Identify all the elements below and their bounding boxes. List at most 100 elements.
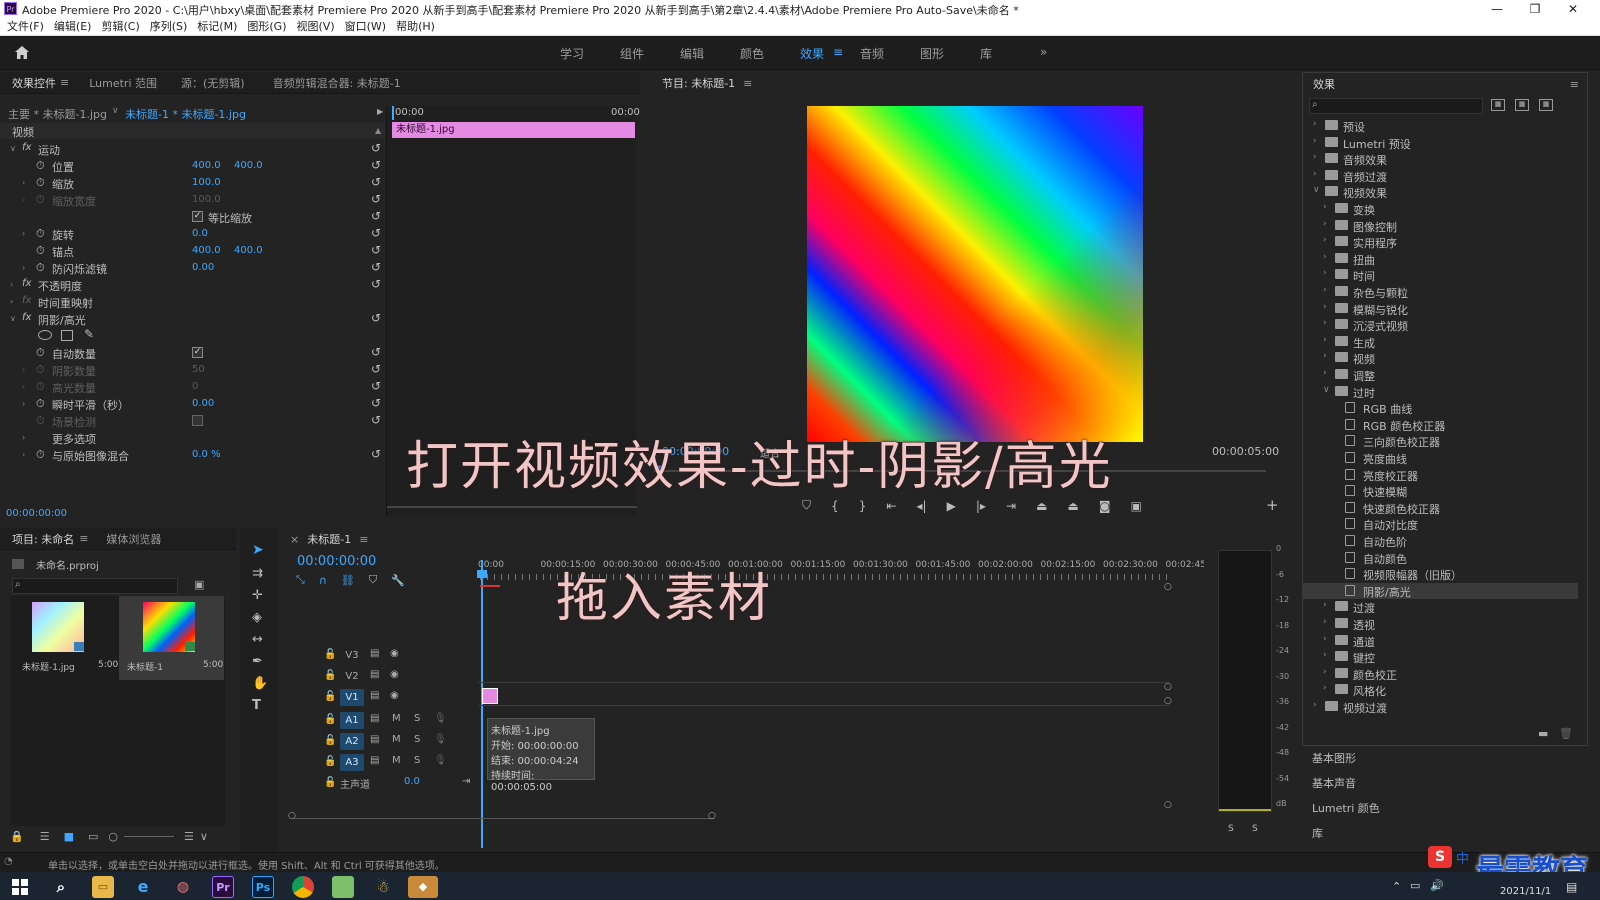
chevron-right-icon[interactable]: › xyxy=(1313,136,1317,146)
lock-icon[interactable]: 🔒 xyxy=(10,830,24,843)
network-icon[interactable]: ▭ xyxy=(1410,879,1420,892)
ellipse-mask-icon[interactable] xyxy=(38,330,52,340)
stopwatch-icon[interactable]: ⏱ xyxy=(36,176,45,190)
lock-icon[interactable]: 🔓 xyxy=(324,777,336,788)
sort-icon[interactable]: ☰ xyxy=(184,830,194,843)
menu-sequence[interactable]: 序列(S) xyxy=(150,18,188,36)
menu-file[interactable]: 文件(F) xyxy=(7,18,44,36)
chevron-right-icon[interactable]: › xyxy=(1323,335,1327,345)
tray-chevron-icon[interactable]: ⌃ xyxy=(1392,880,1401,893)
antiflicker-value[interactable]: 0.00 xyxy=(192,262,214,273)
scale-value[interactable]: 100.0 xyxy=(192,177,221,188)
effect-item[interactable]: 亮度校正器 xyxy=(1303,467,1578,483)
reset-icon[interactable]: ↺ xyxy=(371,175,381,189)
chevron-down-icon[interactable]: ∨ xyxy=(112,106,119,116)
tab-effect-controls-menu[interactable]: ≡ xyxy=(60,76,69,89)
effects-folder[interactable]: › 过渡 xyxy=(1303,599,1578,615)
chevron-down-icon[interactable]: ∨ xyxy=(200,830,208,843)
chevron-right-icon[interactable]: › xyxy=(1323,368,1327,378)
go-to-in-icon[interactable]: ⇤ xyxy=(886,499,896,513)
selection-tool-icon[interactable]: ➤ xyxy=(252,542,264,558)
32bit-effects-icon[interactable]: ▦ xyxy=(1515,99,1529,111)
effects-title[interactable]: 效果 xyxy=(1313,76,1335,92)
zoom-slider-handle[interactable]: ○ xyxy=(108,830,118,843)
solo-button[interactable]: S xyxy=(414,713,420,724)
effect-item[interactable]: 视频限幅器（旧版） xyxy=(1303,566,1578,582)
chrome-icon[interactable] xyxy=(292,876,314,898)
chevron-right-icon[interactable]: › xyxy=(1323,302,1327,312)
icon-view-icon[interactable]: ■ xyxy=(64,830,74,843)
reset-icon[interactable]: ↺ xyxy=(371,158,381,172)
effects-search-input[interactable]: ⌕ xyxy=(1309,98,1483,114)
timeline-clip-v1[interactable] xyxy=(482,688,498,704)
freeform-view-icon[interactable]: ▭ xyxy=(88,830,98,843)
mute-button[interactable]: M xyxy=(392,713,401,724)
pen-tool-icon[interactable]: ✒ xyxy=(252,654,263,669)
effects-folder[interactable]: › 生成 xyxy=(1303,334,1578,350)
stopwatch-icon[interactable]: ⏱ xyxy=(36,397,45,411)
mini-playhead[interactable] xyxy=(392,106,394,120)
tab-effect-controls[interactable]: 效果控件 xyxy=(12,75,56,91)
effects-folder[interactable]: › 视频过渡 xyxy=(1303,699,1578,715)
scene-detect-checkbox[interactable] xyxy=(192,415,203,426)
section-lumetri-color[interactable]: Lumetri 颜色 xyxy=(1312,800,1380,816)
reset-icon[interactable]: ↺ xyxy=(371,413,381,427)
vertical-scroll-handle[interactable]: ○ xyxy=(1164,682,1172,692)
expand-arrow-icon[interactable]: ∨ xyxy=(10,144,16,153)
chevron-right-icon[interactable]: › xyxy=(1313,152,1317,162)
sync-lock-icon[interactable]: ▤ xyxy=(370,648,379,659)
chevron-right-icon[interactable]: › xyxy=(1323,285,1327,295)
section-essential-sound[interactable]: 基本声音 xyxy=(1312,775,1356,791)
mini-timeline-clip[interactable]: 未标题-1.jpg xyxy=(392,122,635,138)
ripple-edit-tool-icon[interactable]: ✛ xyxy=(252,588,263,603)
home-icon[interactable] xyxy=(14,45,30,60)
effects-folder[interactable]: › 键控 xyxy=(1303,649,1578,665)
uniform-scale-checkbox[interactable]: ✓ xyxy=(192,211,203,222)
list-view-icon[interactable]: ☰ xyxy=(40,830,50,843)
project-item-selected[interactable]: 未标题-1 5:00 xyxy=(119,596,224,680)
media-icon[interactable]: ◆ xyxy=(408,876,438,898)
effects-folder[interactable]: › 扭曲 xyxy=(1303,251,1578,267)
workspace-editing[interactable]: 编辑 xyxy=(680,45,704,62)
stopwatch-icon[interactable]: ⏱ xyxy=(36,244,45,258)
effects-folder[interactable]: › 通道 xyxy=(1303,633,1578,649)
accelerated-effects-icon[interactable]: ▦ xyxy=(1491,99,1505,111)
timeline-timecode[interactable]: 00:00:00:00 xyxy=(297,554,376,569)
microphone-icon[interactable]: 🎙 xyxy=(434,734,447,745)
meter-solo-left[interactable]: S xyxy=(1228,824,1234,834)
stopwatch-icon[interactable]: ⏱ xyxy=(36,261,45,275)
slip-tool-icon[interactable]: ↔ xyxy=(252,632,263,647)
project-search-input[interactable]: ⌕ xyxy=(12,578,178,594)
mark-in-icon[interactable]: { xyxy=(831,499,839,513)
tab-media-browser[interactable]: 媒体浏览器 xyxy=(106,531,161,547)
track-target-v2[interactable]: V2 xyxy=(340,668,364,685)
tab-audio-clip-mixer[interactable]: 音频剪辑混合器: 未标题-1 xyxy=(273,75,401,91)
effect-item[interactable]: 自动对比度 xyxy=(1303,516,1578,532)
premiere-icon[interactable]: Pr xyxy=(212,876,234,898)
eye-icon[interactable]: ◉ xyxy=(390,648,399,659)
go-to-end-icon[interactable]: ⇥ xyxy=(462,776,470,787)
effects-folder[interactable]: › 变换 xyxy=(1303,201,1578,217)
track-target-v3[interactable]: V3 xyxy=(340,647,364,664)
section-essential-graphics[interactable]: 基本图形 xyxy=(1312,750,1356,766)
effect-controls-timecode[interactable]: 00:00:00:00 xyxy=(6,508,67,519)
zoom-slider-track[interactable] xyxy=(124,836,174,837)
lock-icon[interactable]: 🔓 xyxy=(324,735,336,746)
explorer-icon[interactable]: ▭ xyxy=(92,876,114,898)
menu-marker[interactable]: 标记(M) xyxy=(197,18,237,36)
effect-item[interactable]: 自动色阶 xyxy=(1303,533,1578,549)
mark-out-icon[interactable]: } xyxy=(859,499,867,513)
close-button[interactable]: ✕ xyxy=(1554,0,1592,18)
effects-folder[interactable]: › 风格化 xyxy=(1303,682,1578,698)
chevron-right-icon[interactable]: › xyxy=(1323,235,1327,245)
effects-folder[interactable]: › 音频过渡 xyxy=(1303,168,1578,184)
track-select-tool-icon[interactable]: ⇉ xyxy=(252,566,263,581)
reset-icon[interactable]: ↺ xyxy=(371,311,381,325)
master-clip-label[interactable]: 主要 * 未标题-1.jpg xyxy=(8,106,107,122)
effects-menu-button[interactable]: ≡ xyxy=(1570,78,1579,91)
effect-item[interactable]: 自动颜色 xyxy=(1303,550,1578,566)
effect-item[interactable]: 三向颜色校正器 xyxy=(1303,433,1578,449)
search-icon[interactable]: ⌕ xyxy=(50,876,72,898)
track-target-a1[interactable]: A1 xyxy=(340,712,364,729)
chevron-right-icon[interactable]: › xyxy=(1323,318,1327,328)
